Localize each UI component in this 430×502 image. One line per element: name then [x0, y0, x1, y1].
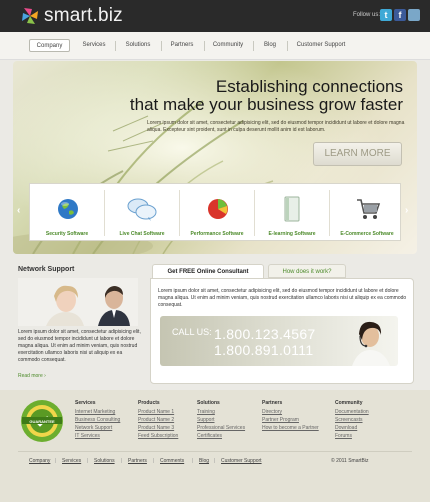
bottom-nav-partners[interactable]: Partners	[128, 458, 147, 464]
nav-services[interactable]: Services	[76, 39, 112, 52]
bottom-nav-services[interactable]: Services	[62, 458, 81, 464]
footer-link[interactable]: Feed Subscription	[138, 433, 178, 439]
footer-col-title: Community	[335, 400, 363, 406]
footer-link[interactable]: Documentation	[335, 409, 369, 415]
footer-link[interactable]: Product Name 2	[138, 417, 174, 423]
facebook-icon[interactable]: f	[394, 9, 406, 21]
card-label: Security Software	[45, 231, 89, 237]
bottom-nav-comments[interactable]: Comments	[160, 458, 184, 464]
top-bar: smart.biz Follow us: t f	[0, 0, 430, 32]
footer-link[interactable]: How to become a Partner	[262, 425, 319, 431]
nav-divider	[287, 41, 288, 51]
bottom-nav-separator: |	[153, 458, 155, 464]
footer-link[interactable]: Support	[197, 417, 215, 423]
footer-divider	[18, 451, 412, 452]
network-support-text: Lorem ipsum dolor sit amet, consectetur …	[18, 329, 141, 363]
tab-free-consultant[interactable]: Get FREE Online Consultant	[152, 264, 264, 278]
footer-col-title: Products	[138, 400, 160, 406]
footer-link[interactable]: Directory	[262, 409, 282, 415]
footer-link[interactable]: Screencasts	[335, 417, 363, 423]
footer-link[interactable]: Forums	[335, 433, 352, 439]
hero-prev-arrow[interactable]: ‹	[17, 205, 20, 216]
footer-link[interactable]: Training	[197, 409, 215, 415]
footer-link[interactable]: Professional Services	[197, 425, 245, 431]
card-performance-software[interactable]: Performance Software	[180, 184, 254, 242]
bottom-nav-customer-support[interactable]: Customer Support	[221, 458, 262, 464]
footer-link[interactable]: Product Name 1	[138, 409, 174, 415]
nav-divider	[161, 41, 162, 51]
other-social-icon[interactable]	[408, 9, 420, 21]
footer-col-title: Services	[75, 400, 96, 406]
tab-how-it-works[interactable]: How does it work?	[268, 264, 346, 278]
footer-col-title: Partners	[262, 400, 283, 406]
book-icon	[284, 196, 300, 222]
chat-bubbles-icon	[127, 198, 157, 221]
footer-link[interactable]: Product Name 3	[138, 425, 174, 431]
footer-link[interactable]: Download	[335, 425, 357, 431]
call-us-label: CALL US:	[172, 327, 212, 337]
copyright: © 2011 SmartBiz	[331, 458, 369, 464]
bottom-nav-separator: |	[55, 458, 57, 464]
consultant-text: Lorem ipsum dolor sit amet, consectetur …	[158, 288, 407, 308]
card-security-software[interactable]: Security Software	[30, 184, 104, 242]
learn-more-button[interactable]: LEARN MORE	[313, 142, 402, 166]
nav-blog[interactable]: Blog	[258, 39, 282, 52]
network-support-title: Network Support	[18, 266, 75, 273]
bottom-nav-separator: |	[121, 458, 123, 464]
nav-divider	[253, 41, 254, 51]
shopping-cart-icon	[357, 199, 381, 219]
nav-divider	[115, 41, 116, 51]
footer-link[interactable]: Business Consulting	[75, 417, 120, 423]
twitter-icon[interactable]: t	[380, 9, 392, 21]
card-label: Performance Software	[190, 231, 244, 237]
footer-link[interactable]: Partner Program	[262, 417, 299, 423]
logo-pinwheel-icon[interactable]	[20, 7, 40, 25]
software-cards: Security Software Live Chat Software Per…	[29, 183, 401, 241]
bottom-nav-company[interactable]: Company	[29, 458, 50, 464]
hero-banner: Establishing connections that make your …	[13, 61, 417, 254]
hero-next-arrow[interactable]: ›	[405, 205, 408, 216]
card-label: Live Chat Software	[119, 231, 165, 237]
hero-heading-line1: Establishing connections	[215, 77, 403, 96]
phone-number-1: 1.800.123.4567	[214, 326, 316, 342]
footer-link[interactable]: IT Services	[75, 433, 100, 439]
badge-text: GUARANTEE	[29, 419, 55, 424]
card-label: E-Commerce Software	[340, 231, 394, 237]
bottom-nav-separator: |	[87, 458, 89, 464]
globe-icon	[58, 199, 78, 219]
read-more-link[interactable]: Read more ›	[18, 373, 46, 379]
nav-community[interactable]: Community	[208, 39, 248, 52]
team-photo	[18, 278, 138, 326]
nav-company[interactable]: Company	[29, 39, 70, 52]
card-ecommerce-software[interactable]: E-Commerce Software	[330, 184, 404, 242]
support-agent-photo	[352, 321, 390, 366]
hero-heading-line2: that make your business grow faster	[129, 95, 403, 114]
bottom-nav-solutions[interactable]: Solutions	[94, 458, 115, 464]
nav-divider	[204, 41, 205, 51]
nav-partners[interactable]: Partners	[165, 39, 199, 52]
nav-customer-support[interactable]: Customer Support	[290, 39, 352, 52]
card-elearning-software[interactable]: E-learning Software	[255, 184, 329, 242]
footer-link[interactable]: Certificates	[197, 433, 222, 439]
logo-text[interactable]: smart.biz	[44, 5, 123, 27]
bottom-nav-separator: |	[214, 458, 216, 464]
network-support-photo	[18, 278, 138, 326]
footer-link[interactable]: Network Support	[75, 425, 112, 431]
pie-chart-icon	[208, 199, 228, 219]
footer-link[interactable]: Internet Marketing	[75, 409, 115, 415]
phone-number-2: 1.800.891.0111	[214, 342, 314, 358]
follow-us-label: Follow us:	[353, 12, 381, 18]
bottom-nav-separator: |	[192, 458, 194, 464]
nav-solutions[interactable]: Solutions	[119, 39, 157, 52]
card-live-chat-software[interactable]: Live Chat Software	[105, 184, 179, 242]
main-nav: Company Services Solutions Partners Comm…	[0, 32, 430, 60]
bottom-nav-blog[interactable]: Blog	[199, 458, 209, 464]
hero-text: Lorem ipsum dolor sit amet, consectetur …	[147, 120, 405, 133]
footer-col-title: Solutions	[197, 400, 220, 406]
card-label: E-learning Software	[268, 231, 316, 237]
